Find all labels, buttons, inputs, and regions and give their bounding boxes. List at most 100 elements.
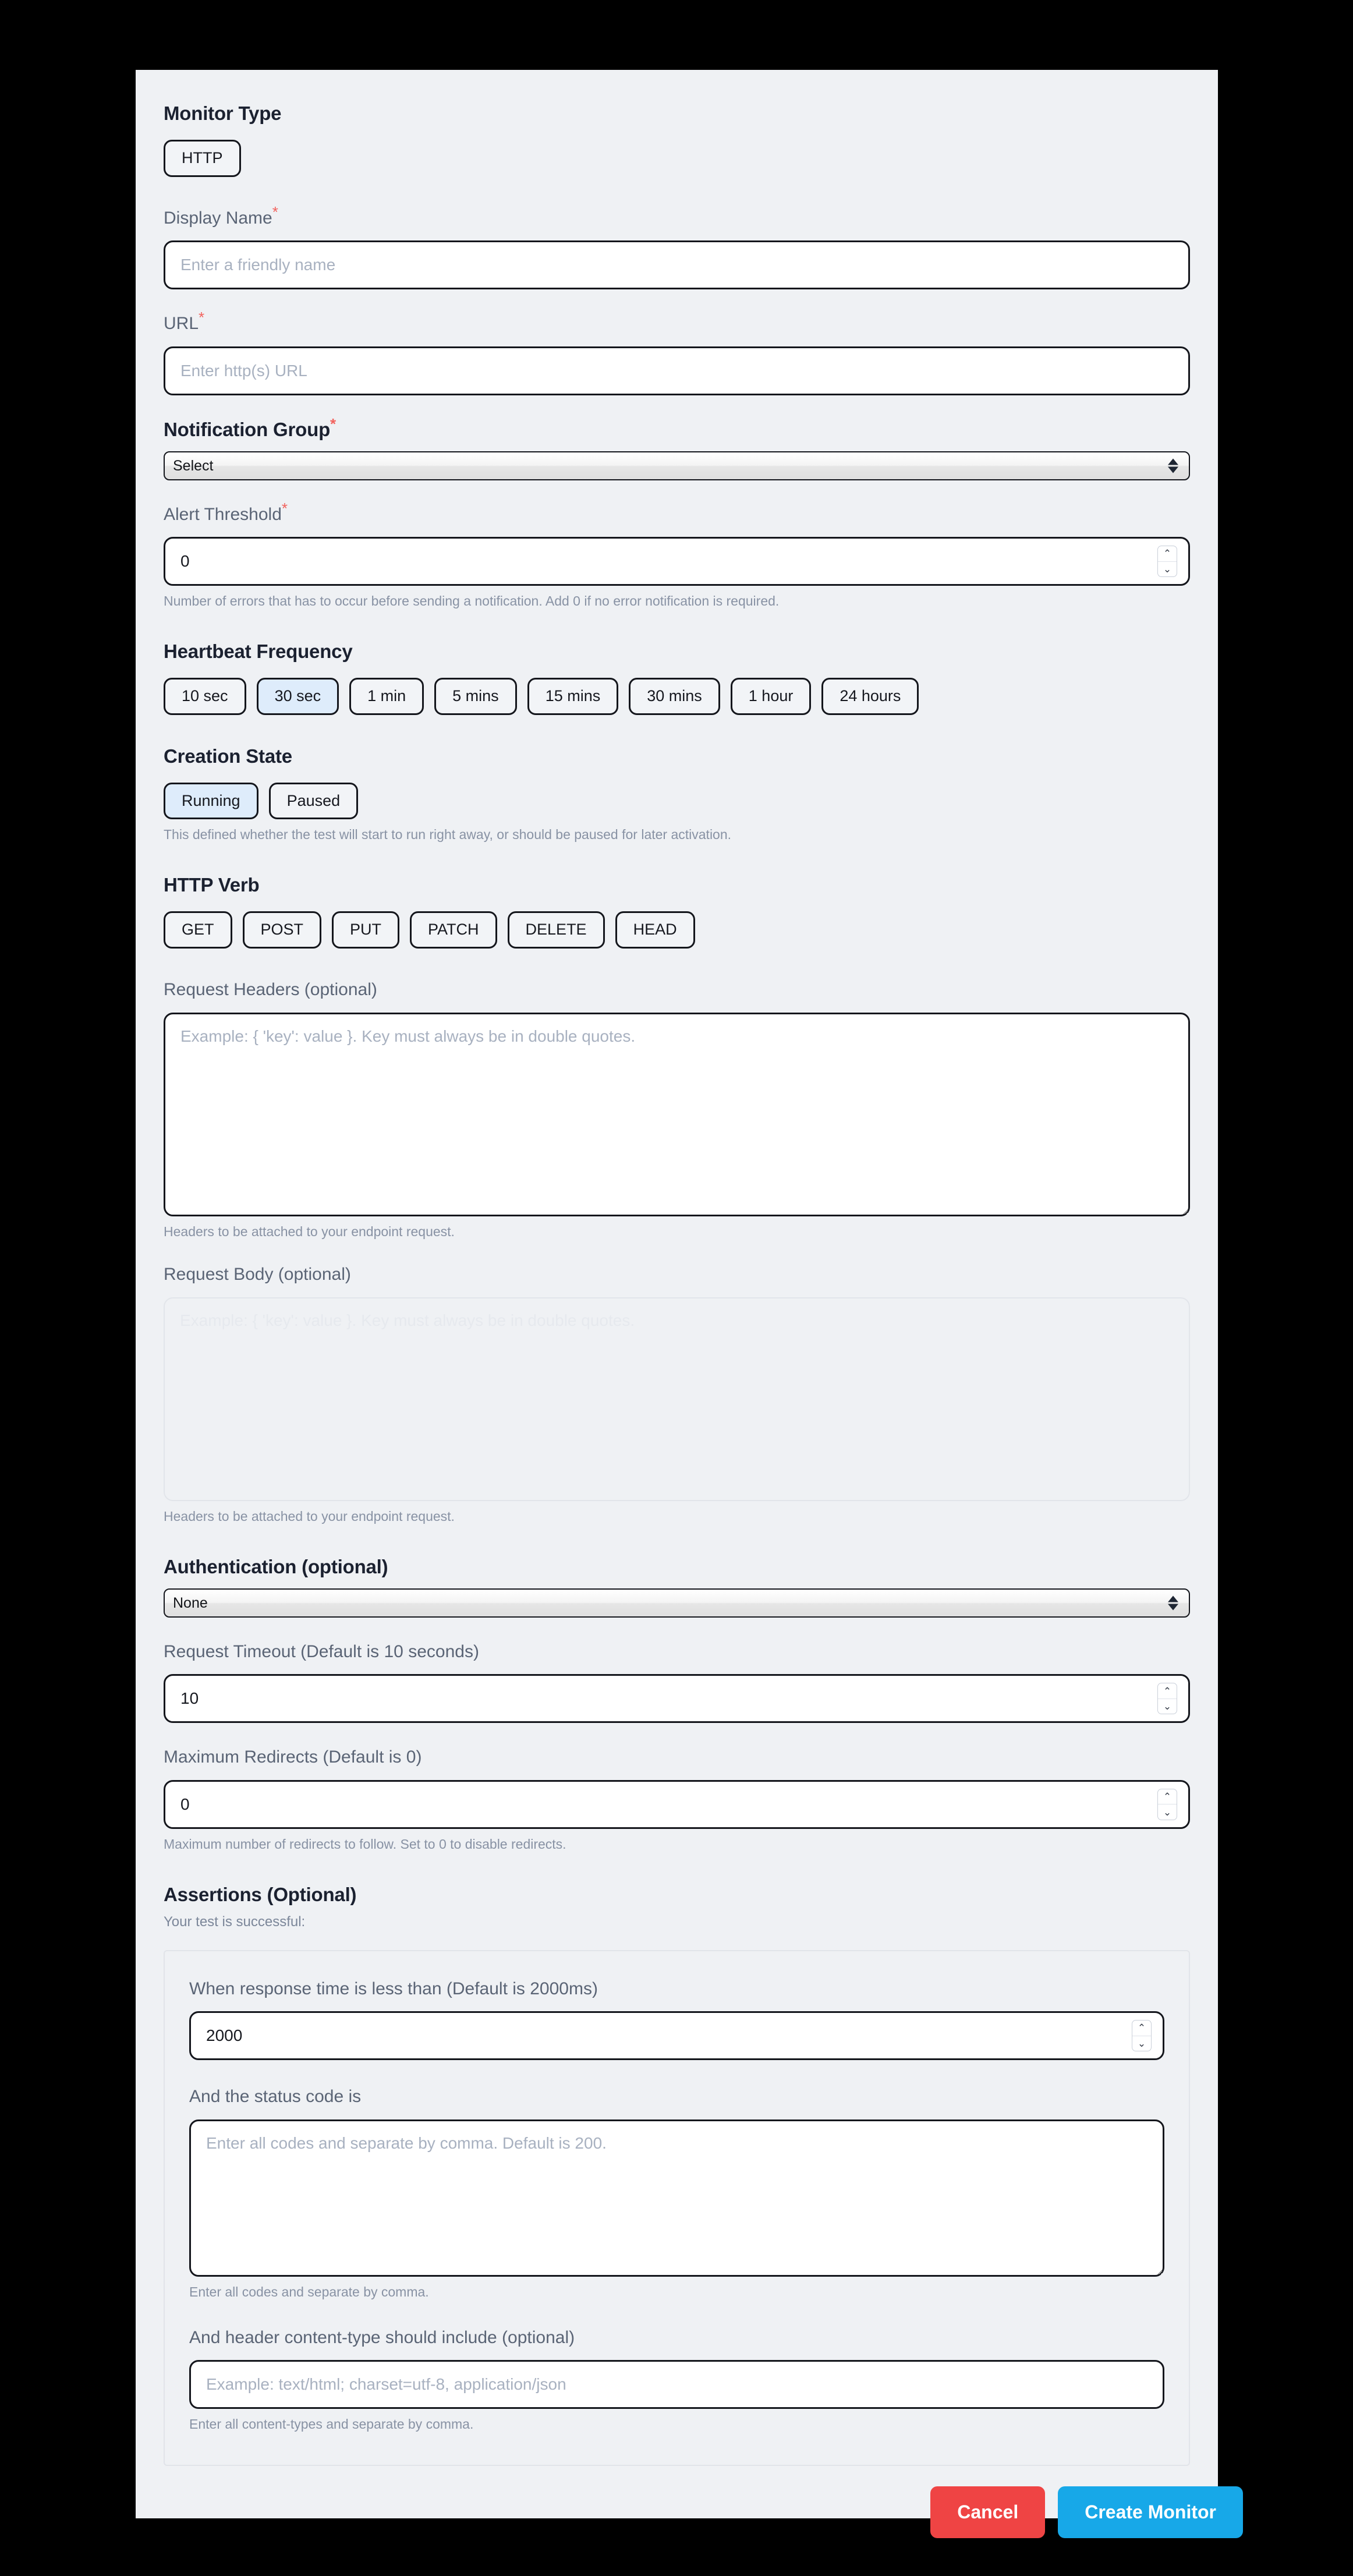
- heartbeat-option-5mins[interactable]: 5 mins: [434, 678, 517, 715]
- assertions-card: When response time is less than (Default…: [164, 1949, 1190, 2466]
- authentication-select[interactable]: None: [164, 1588, 1190, 1618]
- http-verb-option-delete[interactable]: DELETE: [507, 911, 605, 949]
- authentication-field: Authentication (optional) None: [164, 1556, 1190, 1618]
- request-body-helper: Headers to be attached to your endpoint …: [164, 1508, 455, 1524]
- alert-threshold-input[interactable]: [164, 537, 1190, 586]
- assertions-subtitle: Your test is successful:: [164, 1913, 306, 1930]
- stepper-up-icon[interactable]: ⌃: [1158, 546, 1177, 562]
- monitor-form-panel: Monitor Type HTTP Display Name* URL* Not…: [136, 70, 1218, 2518]
- http-verb-options: GET POST PUT PATCH DELETE HEAD: [164, 911, 1190, 949]
- notification-group-label-text: Notification Group: [164, 418, 331, 440]
- heartbeat-option-15mins[interactable]: 15 mins: [527, 678, 619, 715]
- alert-threshold-label: Alert Threshold*: [164, 501, 1190, 526]
- heartbeat-option-1hour[interactable]: 1 hour: [730, 678, 812, 715]
- assertion-response-time-input[interactable]: [189, 2011, 1164, 2061]
- heartbeat-frequency-section: Heartbeat Frequency 10 sec 30 sec 1 min …: [164, 641, 1190, 715]
- assertion-status-code-helper: Enter all codes and separate by comma.: [189, 2284, 429, 2299]
- creation-state-helper: This defined whether the test will start…: [164, 827, 732, 843]
- maximum-redirects-field: Maximum Redirects (Default is 0) ⌃ ⌄ Max…: [164, 1746, 1190, 1853]
- display-name-input[interactable]: [164, 240, 1190, 290]
- authentication-title: Authentication (optional): [164, 1555, 388, 1577]
- request-headers-field: Request Headers (optional) Headers to be…: [164, 979, 1190, 1240]
- creation-state-option-running[interactable]: Running: [164, 782, 258, 820]
- request-headers-textarea[interactable]: [164, 1012, 1190, 1216]
- assertion-status-code-field: And the status code is Enter all codes a…: [189, 2086, 1164, 2301]
- url-input[interactable]: [164, 346, 1190, 395]
- stepper-up-icon[interactable]: ⌃: [1158, 1789, 1177, 1805]
- assertion-content-type-input[interactable]: [189, 2360, 1164, 2409]
- assertion-response-time-label: When response time is less than (Default…: [189, 1979, 598, 1998]
- request-headers-label: Request Headers (optional): [164, 980, 377, 1000]
- stepper-down-icon[interactable]: ⌄: [1158, 1699, 1177, 1714]
- http-verb-option-get[interactable]: GET: [164, 911, 232, 949]
- creation-state-section: Creation State Running Paused This defin…: [164, 745, 1190, 844]
- creation-state-options: Running Paused: [164, 782, 1190, 820]
- request-timeout-stepper[interactable]: ⌃ ⌄: [1157, 1683, 1177, 1715]
- display-name-label: Display Name*: [164, 204, 1190, 229]
- monitor-type-option-http[interactable]: HTTP: [164, 140, 241, 177]
- assertion-response-time-field: When response time is less than (Default…: [189, 1978, 1164, 2061]
- notification-group-field: Notification Group* Select: [164, 416, 1190, 480]
- maximum-redirects-input[interactable]: [164, 1779, 1190, 1829]
- alert-threshold-number-wrap: ⌃ ⌄: [164, 537, 1190, 586]
- creation-state-title: Creation State: [164, 745, 292, 767]
- heartbeat-option-30mins[interactable]: 30 mins: [629, 678, 720, 715]
- authentication-select-wrap: None: [164, 1588, 1190, 1618]
- required-asterisk-icon: *: [272, 203, 278, 221]
- notification-group-label: Notification Group*: [164, 416, 1190, 441]
- stepper-down-icon[interactable]: ⌄: [1132, 2036, 1151, 2051]
- assertion-content-type-label: And header content-type should include (…: [189, 2327, 575, 2347]
- display-name-label-text: Display Name: [164, 208, 272, 228]
- page-root: Monitor Type HTTP Display Name* URL* Not…: [0, 0, 1353, 2576]
- http-verb-option-patch[interactable]: PATCH: [410, 911, 497, 949]
- url-field: URL*: [164, 310, 1190, 395]
- heartbeat-option-10sec[interactable]: 10 sec: [164, 678, 246, 715]
- assertion-content-type-helper: Enter all content-types and separate by …: [189, 2416, 474, 2432]
- assertion-content-type-field: And header content-type should include (…: [189, 2327, 1164, 2433]
- request-timeout-label: Request Timeout (Default is 10 seconds): [164, 1641, 479, 1661]
- assertions-section: Assertions (Optional) Your test is succe…: [164, 1884, 1190, 2466]
- assertion-status-code-textarea[interactable]: [189, 2119, 1164, 2277]
- required-asterisk-icon: *: [281, 499, 288, 517]
- maximum-redirects-helper: Maximum number of redirects to follow. S…: [164, 1836, 566, 1852]
- request-timeout-input[interactable]: [164, 1674, 1190, 1724]
- stepper-up-icon[interactable]: ⌃: [1158, 1683, 1177, 1699]
- http-verb-option-put[interactable]: PUT: [332, 911, 400, 949]
- heartbeat-frequency-options: 10 sec 30 sec 1 min 5 mins 15 mins 30 mi…: [164, 678, 1190, 715]
- stepper-up-icon[interactable]: ⌃: [1132, 2021, 1151, 2036]
- stepper-down-icon[interactable]: ⌄: [1158, 562, 1177, 577]
- display-name-field: Display Name*: [164, 204, 1190, 290]
- assertion-status-code-label: And the status code is: [189, 2087, 362, 2107]
- http-verb-option-head[interactable]: HEAD: [615, 911, 695, 949]
- assertion-response-time-stepper[interactable]: ⌃ ⌄: [1132, 2020, 1152, 2052]
- creation-state-option-paused[interactable]: Paused: [268, 782, 359, 820]
- request-body-textarea: [164, 1297, 1190, 1501]
- maximum-redirects-stepper[interactable]: ⌃ ⌄: [1157, 1788, 1177, 1820]
- assertions-title: Assertions (Optional): [164, 1883, 357, 1905]
- heartbeat-option-30sec[interactable]: 30 sec: [256, 678, 339, 715]
- monitor-type-title: Monitor Type: [164, 102, 282, 124]
- http-verb-option-post[interactable]: POST: [242, 911, 322, 949]
- request-body-label: Request Body (optional): [164, 1265, 351, 1285]
- monitor-type-options: HTTP: [164, 140, 1190, 177]
- http-verb-title: HTTP Verb: [164, 874, 260, 896]
- assertion-response-time-number-wrap: ⌃ ⌄: [189, 2011, 1164, 2061]
- alert-threshold-helper: Number of errors that has to occur befor…: [164, 593, 780, 609]
- heartbeat-option-24hours[interactable]: 24 hours: [821, 678, 919, 715]
- heartbeat-option-1min[interactable]: 1 min: [349, 678, 424, 715]
- request-timeout-field: Request Timeout (Default is 10 seconds) …: [164, 1641, 1190, 1724]
- cancel-button[interactable]: Cancel: [930, 2486, 1046, 2538]
- monitor-type-section: Monitor Type HTTP: [164, 102, 1190, 177]
- create-monitor-button[interactable]: Create Monitor: [1058, 2486, 1243, 2538]
- maximum-redirects-number-wrap: ⌃ ⌄: [164, 1779, 1190, 1829]
- alert-threshold-stepper[interactable]: ⌃ ⌄: [1157, 546, 1177, 578]
- stepper-down-icon[interactable]: ⌄: [1158, 1804, 1177, 1820]
- request-timeout-number-wrap: ⌃ ⌄: [164, 1674, 1190, 1724]
- required-asterisk-icon: *: [199, 309, 205, 327]
- http-verb-section: HTTP Verb GET POST PUT PATCH DELETE HEAD: [164, 874, 1190, 949]
- request-body-field: Request Body (optional) Headers to be at…: [164, 1264, 1190, 1525]
- notification-group-select[interactable]: Select: [164, 451, 1190, 480]
- maximum-redirects-label: Maximum Redirects (Default is 0): [164, 1747, 422, 1767]
- required-asterisk-icon: *: [330, 415, 336, 433]
- request-headers-helper: Headers to be attached to your endpoint …: [164, 1223, 455, 1239]
